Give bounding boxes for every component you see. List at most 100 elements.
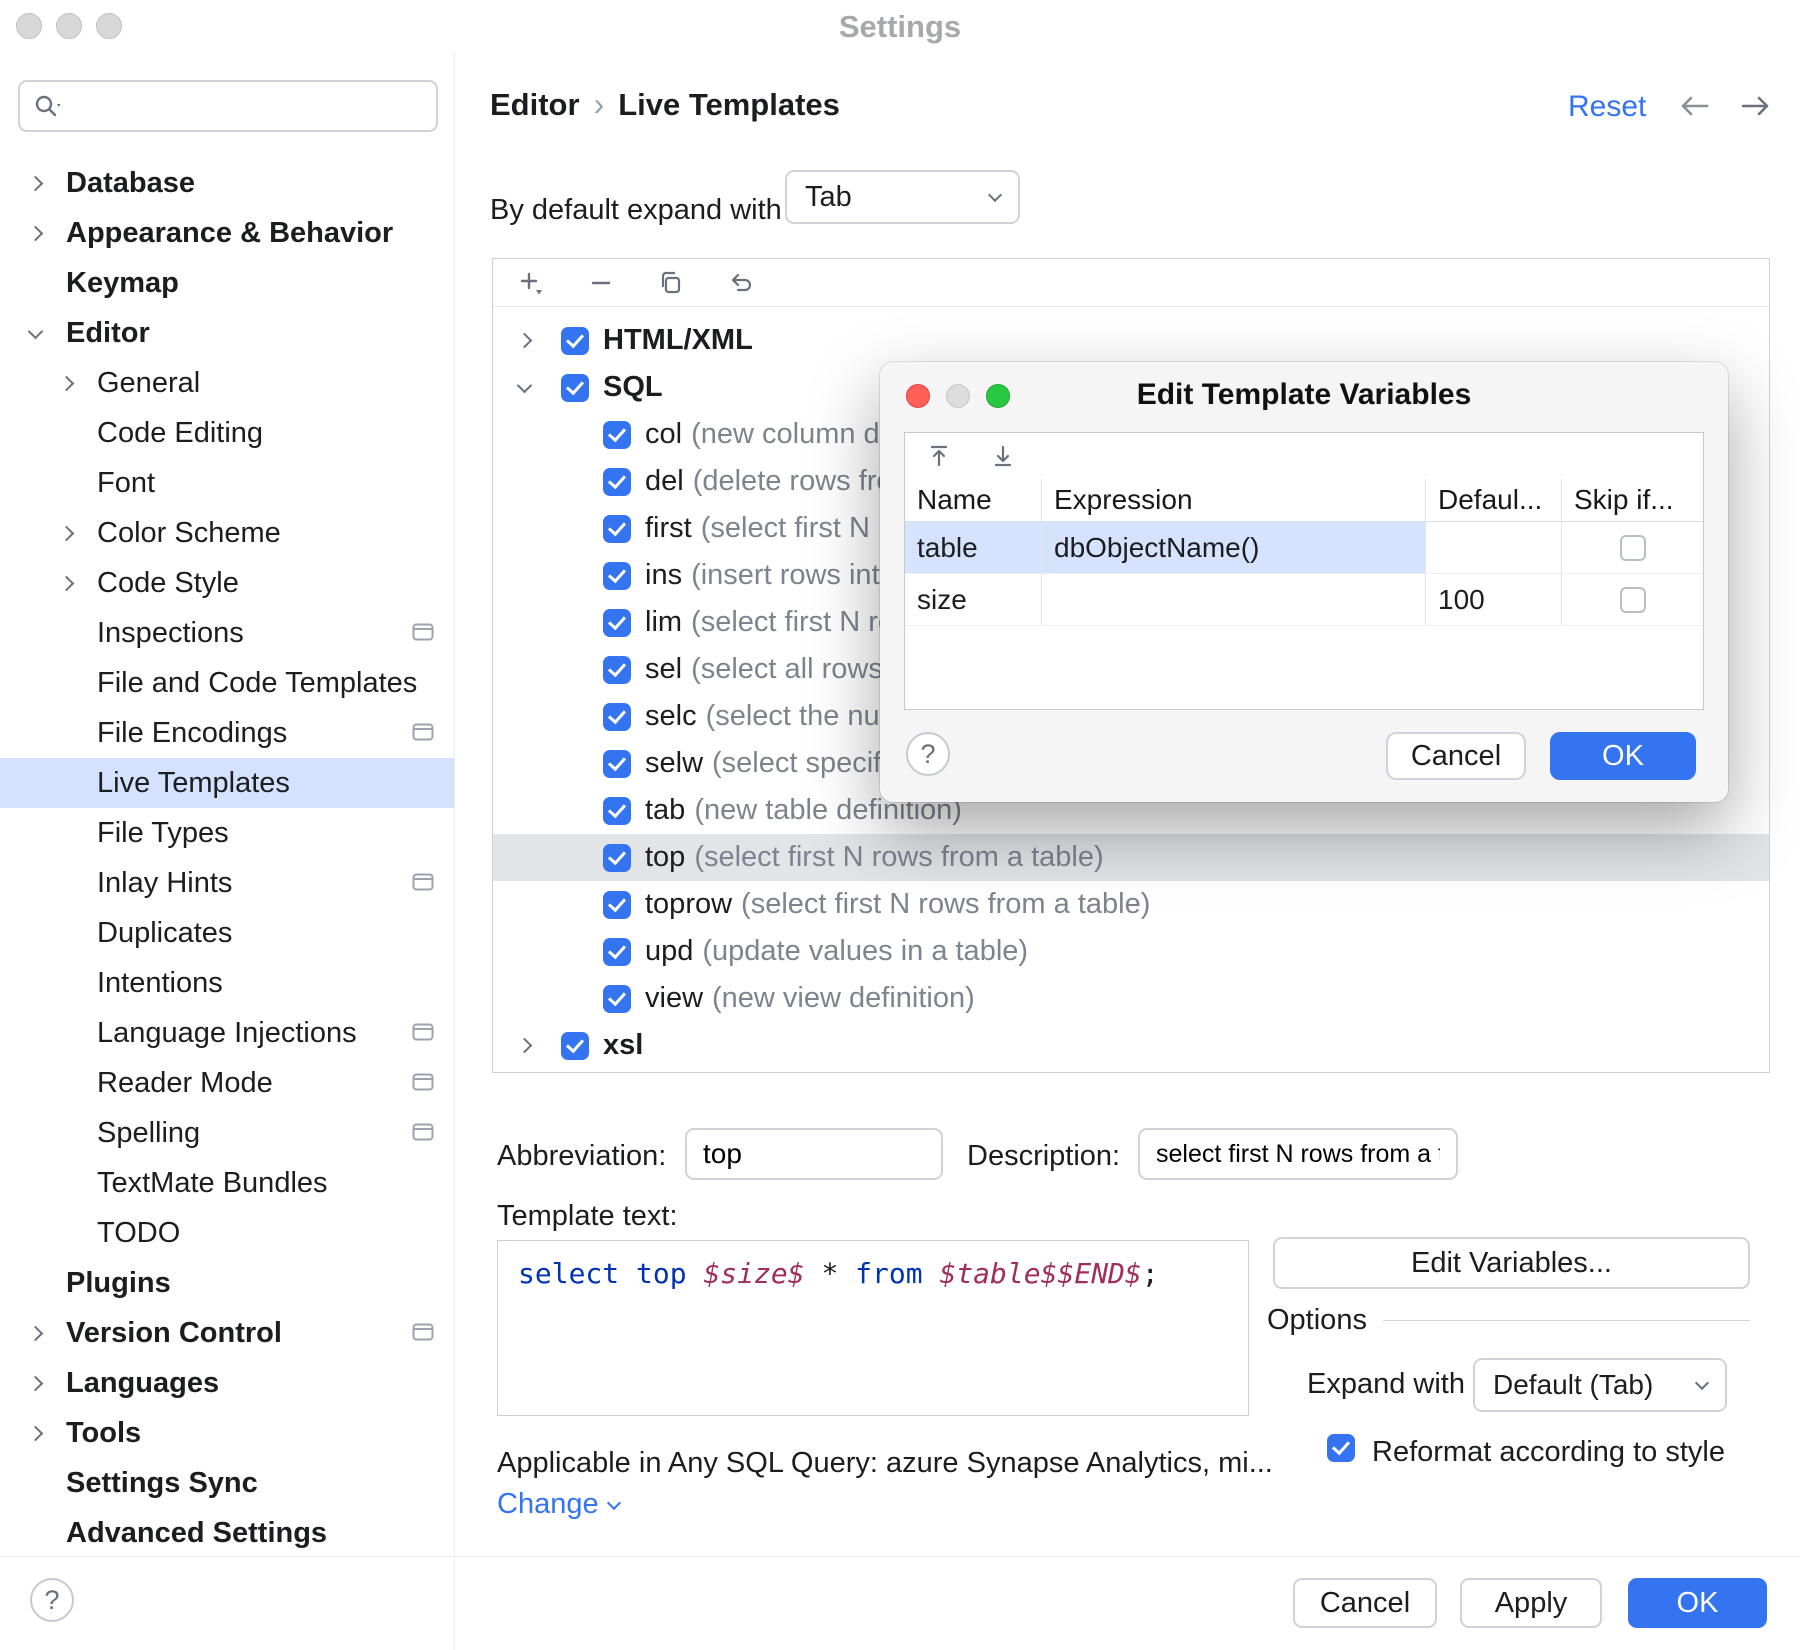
sidebar-item-version-control[interactable]: Version Control [0, 1308, 454, 1358]
checkbox[interactable] [603, 468, 631, 496]
remove-icon[interactable] [583, 265, 619, 301]
sidebar-item-general[interactable]: General [0, 358, 454, 408]
expand-with-default-dropdown[interactable]: Tab [785, 170, 1020, 224]
settings-search[interactable] [18, 80, 438, 132]
sidebar-item-language-injections[interactable]: Language Injections [0, 1008, 454, 1058]
forward-arrow-icon[interactable] [1737, 92, 1773, 120]
sidebar-item-textmate-bundles[interactable]: TextMate Bundles [0, 1158, 454, 1208]
sidebar-item-file-encodings[interactable]: File Encodings [0, 708, 454, 758]
sidebar-list: Database Appearance & Behavior Keymap Ed… [0, 158, 454, 1558]
reformat-checkbox[interactable] [1327, 1434, 1355, 1462]
skip-if-checkbox[interactable] [1620, 535, 1646, 561]
tree-item-upd[interactable]: upd(update values in a table) [493, 928, 1769, 975]
checkbox[interactable] [603, 421, 631, 449]
tree-group-html-xml[interactable]: HTML/XML [493, 317, 1769, 364]
tree-item-top[interactable]: top(select first N rows from a table) [493, 834, 1769, 881]
chevron-right-icon[interactable] [517, 333, 533, 349]
sidebar-item-spelling[interactable]: Spelling [0, 1108, 454, 1158]
tree-group-xsl[interactable]: xsl [493, 1022, 1769, 1069]
checkbox[interactable] [603, 938, 631, 966]
move-up-icon[interactable] [921, 438, 957, 474]
checkbox[interactable] [603, 656, 631, 684]
cell-default[interactable] [1425, 522, 1561, 574]
help-icon[interactable]: ? [30, 1578, 74, 1622]
checkbox[interactable] [561, 327, 589, 355]
dialog-title: Edit Template Variables [880, 378, 1728, 412]
cell-expression[interactable] [1041, 574, 1425, 626]
edit-variables-button[interactable]: Edit Variables... [1273, 1237, 1750, 1289]
sidebar-item-code-style[interactable]: Code Style [0, 558, 454, 608]
abbreviation-input[interactable] [685, 1128, 943, 1180]
cell-expression[interactable]: dbObjectName() [1041, 522, 1425, 574]
checkbox[interactable] [603, 562, 631, 590]
sidebar-item-settings-sync[interactable]: Settings Sync [0, 1458, 454, 1508]
window-indicator-icon [412, 723, 434, 741]
sidebar-item-intentions[interactable]: Intentions [0, 958, 454, 1008]
sidebar-item-inlay-hints[interactable]: Inlay Hints [0, 858, 454, 908]
tree-item-toprow[interactable]: toprow(select first N rows from a table) [493, 881, 1769, 928]
breadcrumb-editor[interactable]: Editor [490, 87, 580, 123]
checkbox[interactable] [603, 515, 631, 543]
cancel-button[interactable]: Cancel [1293, 1578, 1437, 1628]
cell-name[interactable]: table [905, 522, 1041, 574]
sidebar-item-file-code-templates[interactable]: File and Code Templates [0, 658, 454, 708]
checkbox[interactable] [603, 891, 631, 919]
description-input[interactable] [1138, 1128, 1458, 1180]
checkbox[interactable] [603, 609, 631, 637]
checkbox[interactable] [603, 844, 631, 872]
checkbox[interactable] [561, 374, 589, 402]
sidebar-item-database[interactable]: Database [0, 158, 454, 208]
chevron-right-icon[interactable] [517, 1038, 533, 1054]
variable-row-size[interactable]: size 100 [905, 574, 1703, 626]
by-default-expand-label: By default expand with [490, 184, 782, 236]
breadcrumb-live-templates: Live Templates [618, 87, 840, 123]
help-icon[interactable]: ? [906, 732, 950, 776]
sidebar-item-code-editing[interactable]: Code Editing [0, 408, 454, 458]
window-titlebar: Settings [0, 0, 1800, 52]
cell-name[interactable]: size [905, 574, 1041, 626]
sidebar-item-color-scheme[interactable]: Color Scheme [0, 508, 454, 558]
sidebar-item-keymap[interactable]: Keymap [0, 258, 454, 308]
add-icon[interactable] [513, 265, 549, 301]
checkbox[interactable] [603, 985, 631, 1013]
sidebar-item-duplicates[interactable]: Duplicates [0, 908, 454, 958]
duplicate-icon[interactable] [653, 265, 689, 301]
checkbox[interactable] [603, 797, 631, 825]
sidebar-item-live-templates[interactable]: Live Templates [0, 758, 454, 808]
ok-button[interactable]: OK [1628, 1578, 1767, 1628]
chevron-right-icon [28, 175, 44, 191]
sidebar-item-languages[interactable]: Languages [0, 1358, 454, 1408]
sidebar-item-plugins[interactable]: Plugins [0, 1258, 454, 1308]
expand-with-dropdown[interactable]: Default (Tab) [1473, 1358, 1727, 1412]
sidebar-item-reader-mode[interactable]: Reader Mode [0, 1058, 454, 1108]
chevron-down-icon [607, 1495, 621, 1509]
tree-item-view[interactable]: view(new view definition) [493, 975, 1769, 1022]
sidebar-item-editor[interactable]: Editor [0, 308, 454, 358]
checkbox[interactable] [561, 1032, 589, 1060]
change-link[interactable]: Change [497, 1488, 619, 1521]
sidebar-item-inspections[interactable]: Inspections [0, 608, 454, 658]
search-input[interactable] [72, 90, 433, 122]
cell-default[interactable]: 100 [1425, 574, 1561, 626]
checkbox[interactable] [603, 750, 631, 778]
skip-if-checkbox[interactable] [1620, 587, 1646, 613]
chevron-down-icon[interactable] [517, 378, 533, 394]
window-indicator-icon [412, 1123, 434, 1141]
revert-icon[interactable] [723, 265, 759, 301]
back-arrow-icon[interactable] [1677, 92, 1713, 120]
variable-row-table[interactable]: table dbObjectName() [905, 522, 1703, 574]
dialog-ok-button[interactable]: OK [1550, 732, 1696, 780]
abbreviation-label: Abbreviation: [497, 1140, 666, 1173]
apply-button[interactable]: Apply [1460, 1578, 1602, 1628]
template-text-editor[interactable]: select top $size$ * from $table$$END$; [497, 1240, 1249, 1416]
sidebar-item-appearance-behavior[interactable]: Appearance & Behavior [0, 208, 454, 258]
move-down-icon[interactable] [985, 438, 1021, 474]
sidebar-item-advanced-settings[interactable]: Advanced Settings [0, 1508, 454, 1558]
sidebar-item-tools[interactable]: Tools [0, 1408, 454, 1458]
sidebar-item-file-types[interactable]: File Types [0, 808, 454, 858]
reset-link[interactable]: Reset [1568, 90, 1646, 124]
dialog-cancel-button[interactable]: Cancel [1386, 732, 1526, 780]
checkbox[interactable] [603, 703, 631, 731]
sidebar-item-todo[interactable]: TODO [0, 1208, 454, 1258]
sidebar-item-font[interactable]: Font [0, 458, 454, 508]
